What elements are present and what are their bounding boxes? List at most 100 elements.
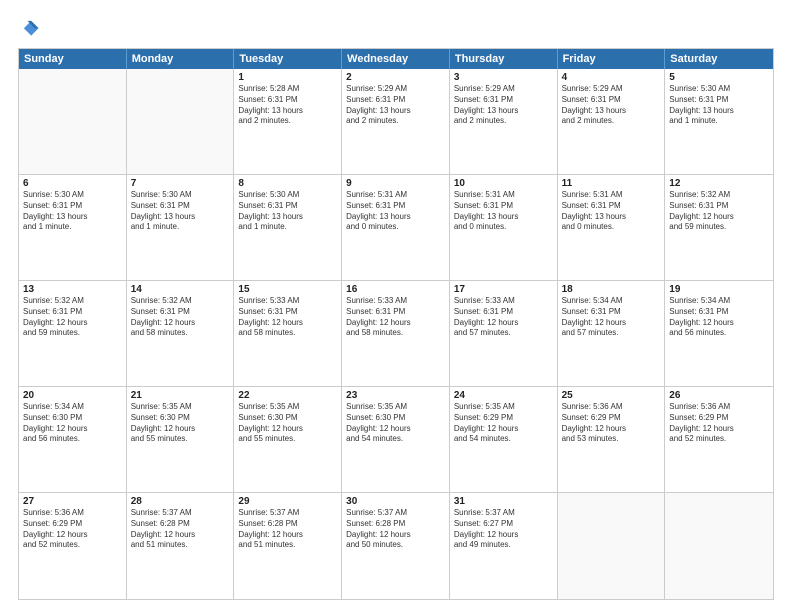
- day-cell-14: 14Sunrise: 5:32 AM Sunset: 6:31 PM Dayli…: [127, 281, 235, 386]
- day-info: Sunrise: 5:31 AM Sunset: 6:31 PM Dayligh…: [562, 190, 661, 233]
- day-cell-25: 25Sunrise: 5:36 AM Sunset: 6:29 PM Dayli…: [558, 387, 666, 492]
- day-cell-26: 26Sunrise: 5:36 AM Sunset: 6:29 PM Dayli…: [665, 387, 773, 492]
- day-info: Sunrise: 5:30 AM Sunset: 6:31 PM Dayligh…: [131, 190, 230, 233]
- day-cell-15: 15Sunrise: 5:33 AM Sunset: 6:31 PM Dayli…: [234, 281, 342, 386]
- day-cell-20: 20Sunrise: 5:34 AM Sunset: 6:30 PM Dayli…: [19, 387, 127, 492]
- calendar-header: SundayMondayTuesdayWednesdayThursdayFrid…: [19, 49, 773, 69]
- day-number: 22: [238, 390, 337, 401]
- day-info: Sunrise: 5:34 AM Sunset: 6:31 PM Dayligh…: [562, 296, 661, 339]
- day-number: 29: [238, 496, 337, 507]
- day-cell-22: 22Sunrise: 5:35 AM Sunset: 6:30 PM Dayli…: [234, 387, 342, 492]
- day-cell-29: 29Sunrise: 5:37 AM Sunset: 6:28 PM Dayli…: [234, 493, 342, 599]
- day-cell-13: 13Sunrise: 5:32 AM Sunset: 6:31 PM Dayli…: [19, 281, 127, 386]
- logo-icon: [18, 18, 40, 40]
- day-cell-24: 24Sunrise: 5:35 AM Sunset: 6:29 PM Dayli…: [450, 387, 558, 492]
- empty-cell: [127, 69, 235, 174]
- day-info: Sunrise: 5:37 AM Sunset: 6:27 PM Dayligh…: [454, 508, 553, 551]
- day-number: 21: [131, 390, 230, 401]
- day-cell-6: 6Sunrise: 5:30 AM Sunset: 6:31 PM Daylig…: [19, 175, 127, 280]
- day-number: 9: [346, 178, 445, 189]
- day-info: Sunrise: 5:33 AM Sunset: 6:31 PM Dayligh…: [346, 296, 445, 339]
- day-number: 19: [669, 284, 769, 295]
- day-number: 3: [454, 72, 553, 83]
- header-day-thursday: Thursday: [450, 49, 558, 69]
- day-number: 11: [562, 178, 661, 189]
- header-day-monday: Monday: [127, 49, 235, 69]
- page: SundayMondayTuesdayWednesdayThursdayFrid…: [0, 0, 792, 612]
- day-number: 23: [346, 390, 445, 401]
- day-cell-1: 1Sunrise: 5:28 AM Sunset: 6:31 PM Daylig…: [234, 69, 342, 174]
- day-info: Sunrise: 5:32 AM Sunset: 6:31 PM Dayligh…: [23, 296, 122, 339]
- day-number: 14: [131, 284, 230, 295]
- day-cell-16: 16Sunrise: 5:33 AM Sunset: 6:31 PM Dayli…: [342, 281, 450, 386]
- day-cell-28: 28Sunrise: 5:37 AM Sunset: 6:28 PM Dayli…: [127, 493, 235, 599]
- header-day-wednesday: Wednesday: [342, 49, 450, 69]
- day-number: 4: [562, 72, 661, 83]
- day-number: 5: [669, 72, 769, 83]
- empty-cell: [665, 493, 773, 599]
- day-number: 2: [346, 72, 445, 83]
- day-number: 24: [454, 390, 553, 401]
- header: [18, 18, 774, 40]
- day-info: Sunrise: 5:36 AM Sunset: 6:29 PM Dayligh…: [562, 402, 661, 445]
- calendar: SundayMondayTuesdayWednesdayThursdayFrid…: [18, 48, 774, 600]
- day-number: 26: [669, 390, 769, 401]
- day-number: 25: [562, 390, 661, 401]
- header-day-friday: Friday: [558, 49, 666, 69]
- day-info: Sunrise: 5:31 AM Sunset: 6:31 PM Dayligh…: [454, 190, 553, 233]
- day-cell-23: 23Sunrise: 5:35 AM Sunset: 6:30 PM Dayli…: [342, 387, 450, 492]
- day-cell-30: 30Sunrise: 5:37 AM Sunset: 6:28 PM Dayli…: [342, 493, 450, 599]
- header-day-saturday: Saturday: [665, 49, 773, 69]
- day-info: Sunrise: 5:35 AM Sunset: 6:30 PM Dayligh…: [346, 402, 445, 445]
- day-number: 20: [23, 390, 122, 401]
- day-number: 12: [669, 178, 769, 189]
- day-info: Sunrise: 5:35 AM Sunset: 6:30 PM Dayligh…: [238, 402, 337, 445]
- day-info: Sunrise: 5:36 AM Sunset: 6:29 PM Dayligh…: [669, 402, 769, 445]
- day-info: Sunrise: 5:37 AM Sunset: 6:28 PM Dayligh…: [238, 508, 337, 551]
- day-cell-5: 5Sunrise: 5:30 AM Sunset: 6:31 PM Daylig…: [665, 69, 773, 174]
- day-info: Sunrise: 5:30 AM Sunset: 6:31 PM Dayligh…: [23, 190, 122, 233]
- day-cell-12: 12Sunrise: 5:32 AM Sunset: 6:31 PM Dayli…: [665, 175, 773, 280]
- day-cell-9: 9Sunrise: 5:31 AM Sunset: 6:31 PM Daylig…: [342, 175, 450, 280]
- day-number: 16: [346, 284, 445, 295]
- day-cell-19: 19Sunrise: 5:34 AM Sunset: 6:31 PM Dayli…: [665, 281, 773, 386]
- day-cell-7: 7Sunrise: 5:30 AM Sunset: 6:31 PM Daylig…: [127, 175, 235, 280]
- day-cell-21: 21Sunrise: 5:35 AM Sunset: 6:30 PM Dayli…: [127, 387, 235, 492]
- day-info: Sunrise: 5:30 AM Sunset: 6:31 PM Dayligh…: [669, 84, 769, 127]
- day-cell-8: 8Sunrise: 5:30 AM Sunset: 6:31 PM Daylig…: [234, 175, 342, 280]
- day-info: Sunrise: 5:35 AM Sunset: 6:30 PM Dayligh…: [131, 402, 230, 445]
- day-number: 1: [238, 72, 337, 83]
- day-cell-18: 18Sunrise: 5:34 AM Sunset: 6:31 PM Dayli…: [558, 281, 666, 386]
- day-info: Sunrise: 5:36 AM Sunset: 6:29 PM Dayligh…: [23, 508, 122, 551]
- day-number: 7: [131, 178, 230, 189]
- day-number: 30: [346, 496, 445, 507]
- day-info: Sunrise: 5:34 AM Sunset: 6:30 PM Dayligh…: [23, 402, 122, 445]
- day-info: Sunrise: 5:33 AM Sunset: 6:31 PM Dayligh…: [454, 296, 553, 339]
- day-cell-3: 3Sunrise: 5:29 AM Sunset: 6:31 PM Daylig…: [450, 69, 558, 174]
- week-row-1: 1Sunrise: 5:28 AM Sunset: 6:31 PM Daylig…: [19, 69, 773, 175]
- day-number: 13: [23, 284, 122, 295]
- day-info: Sunrise: 5:29 AM Sunset: 6:31 PM Dayligh…: [454, 84, 553, 127]
- empty-cell: [19, 69, 127, 174]
- day-cell-4: 4Sunrise: 5:29 AM Sunset: 6:31 PM Daylig…: [558, 69, 666, 174]
- day-number: 18: [562, 284, 661, 295]
- day-info: Sunrise: 5:28 AM Sunset: 6:31 PM Dayligh…: [238, 84, 337, 127]
- week-row-5: 27Sunrise: 5:36 AM Sunset: 6:29 PM Dayli…: [19, 493, 773, 599]
- day-info: Sunrise: 5:37 AM Sunset: 6:28 PM Dayligh…: [346, 508, 445, 551]
- day-info: Sunrise: 5:35 AM Sunset: 6:29 PM Dayligh…: [454, 402, 553, 445]
- day-cell-27: 27Sunrise: 5:36 AM Sunset: 6:29 PM Dayli…: [19, 493, 127, 599]
- day-number: 8: [238, 178, 337, 189]
- day-info: Sunrise: 5:32 AM Sunset: 6:31 PM Dayligh…: [131, 296, 230, 339]
- day-cell-11: 11Sunrise: 5:31 AM Sunset: 6:31 PM Dayli…: [558, 175, 666, 280]
- week-row-2: 6Sunrise: 5:30 AM Sunset: 6:31 PM Daylig…: [19, 175, 773, 281]
- day-info: Sunrise: 5:29 AM Sunset: 6:31 PM Dayligh…: [562, 84, 661, 127]
- day-number: 15: [238, 284, 337, 295]
- day-info: Sunrise: 5:31 AM Sunset: 6:31 PM Dayligh…: [346, 190, 445, 233]
- day-info: Sunrise: 5:37 AM Sunset: 6:28 PM Dayligh…: [131, 508, 230, 551]
- day-info: Sunrise: 5:33 AM Sunset: 6:31 PM Dayligh…: [238, 296, 337, 339]
- day-number: 28: [131, 496, 230, 507]
- day-cell-31: 31Sunrise: 5:37 AM Sunset: 6:27 PM Dayli…: [450, 493, 558, 599]
- day-info: Sunrise: 5:29 AM Sunset: 6:31 PM Dayligh…: [346, 84, 445, 127]
- day-info: Sunrise: 5:34 AM Sunset: 6:31 PM Dayligh…: [669, 296, 769, 339]
- day-cell-17: 17Sunrise: 5:33 AM Sunset: 6:31 PM Dayli…: [450, 281, 558, 386]
